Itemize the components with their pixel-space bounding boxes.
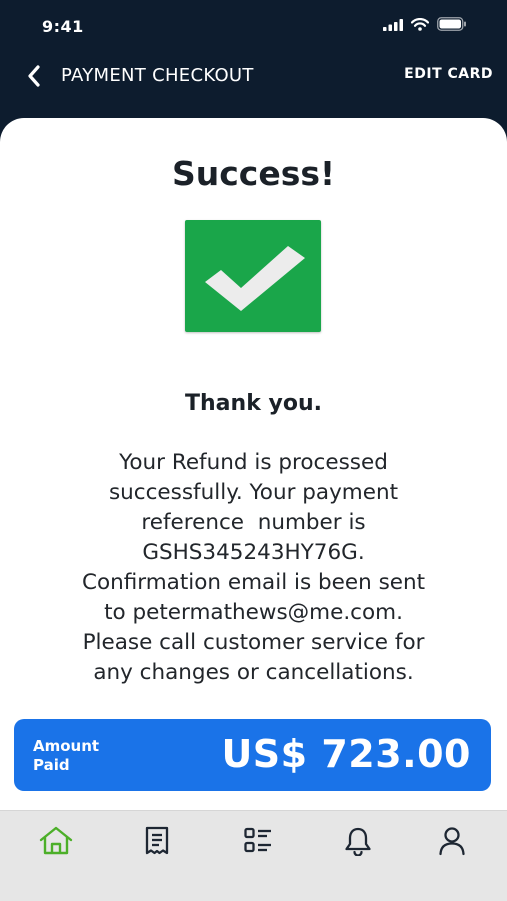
amount-label-line1: Amount — [33, 737, 100, 755]
amount-label-line2: Paid — [33, 756, 70, 774]
tab-home[interactable] — [36, 821, 76, 861]
list-icon — [244, 827, 271, 853]
amount-paid-label: Amount Paid — [33, 737, 99, 775]
checkmark-icon — [185, 220, 321, 332]
tab-profile[interactable] — [432, 821, 472, 861]
status-bar: 9:41 — [0, 0, 507, 50]
user-icon — [439, 827, 465, 856]
success-title: Success! — [171, 154, 336, 193]
status-icons — [383, 16, 467, 35]
tab-notifications[interactable] — [338, 821, 378, 861]
back-button[interactable] — [22, 62, 46, 90]
tab-list[interactable] — [238, 821, 278, 861]
amount-paid-value: US$ 723.00 — [221, 732, 471, 776]
amount-paid-bar[interactable]: Amount Paid US$ 723.00 — [14, 719, 491, 791]
bottom-tab-bar — [0, 810, 507, 901]
status-time: 9:41 — [42, 17, 84, 36]
nav-bar: PAYMENT CHECKOUT EDIT CARD — [0, 52, 507, 100]
battery-icon — [437, 16, 467, 35]
signal-icon — [383, 16, 403, 35]
message-line: Your Refund is processed — [119, 450, 388, 475]
chevron-left-icon — [28, 65, 40, 87]
page-title: PAYMENT CHECKOUT — [61, 65, 254, 86]
bell-icon — [345, 827, 371, 856]
message-line: reference number is — [141, 510, 366, 535]
message-line: successfully. Your payment — [108, 480, 399, 505]
message-line: any changes or cancellations. — [93, 660, 414, 685]
thank-you-heading: Thank you. — [185, 391, 322, 416]
message-line: GSHS345243HY76G. — [142, 540, 365, 565]
wifi-icon — [410, 16, 430, 35]
message-line: Please call customer service for — [82, 630, 425, 655]
tab-receipts[interactable] — [137, 821, 177, 861]
message-line: Confirmation email is been sent — [81, 570, 426, 595]
receipt-icon — [145, 826, 169, 855]
message-line: to petermathews@me.com. — [104, 600, 403, 625]
confirmation-message: Your Refund is processed successfully. Y… — [20, 448, 487, 688]
edit-card-button[interactable]: EDIT CARD — [404, 66, 493, 82]
success-card: Success! Thank you. Your Refund is proce… — [0, 118, 507, 900]
home-icon — [39, 826, 73, 855]
